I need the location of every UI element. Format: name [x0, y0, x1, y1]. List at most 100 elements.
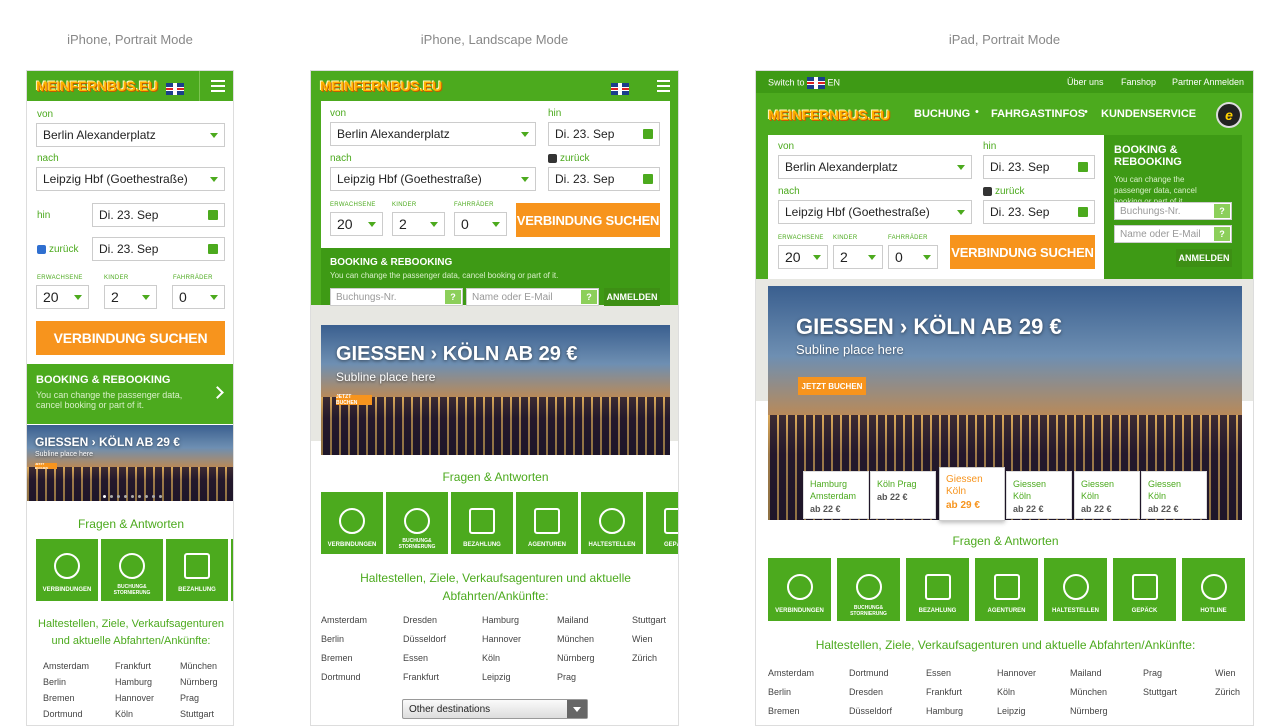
destination-link[interactable]: Hamburg: [482, 615, 519, 625]
logo[interactable]: MEINFERNBUS.EU: [320, 78, 442, 94]
price-card[interactable]: Hamburg Amsterdam ab 22 €: [803, 471, 869, 519]
trust-badge[interactable]: e: [1216, 102, 1242, 128]
tile-buchung[interactable]: BUCHUNG& STORNIERUNG: [386, 492, 448, 554]
tile-gepaeck-partial[interactable]: GEPÄ: [646, 492, 678, 554]
return-checkbox[interactable]: zurück: [983, 186, 1024, 197]
tile-agenturen[interactable]: AGENTUREN: [516, 492, 578, 554]
destination-link[interactable]: Hannover: [482, 634, 521, 644]
booking-panel[interactable]: BOOKING & REBOOKING You can change the p…: [27, 364, 233, 424]
language-switch[interactable]: Switch to EN: [768, 77, 840, 89]
destination-link[interactable]: Nürnberg: [180, 677, 218, 687]
other-destinations-select[interactable]: Other destinations: [402, 699, 588, 719]
language-switch[interactable]: [166, 80, 184, 98]
destination-link[interactable]: Köln: [482, 653, 500, 663]
hero-cta[interactable]: JETZT BUCHEN: [35, 462, 57, 470]
adults-select[interactable]: 20: [36, 285, 89, 309]
menu-icon[interactable]: [657, 80, 670, 92]
link-ueber-uns[interactable]: Über uns: [1067, 77, 1104, 87]
nav-buchung[interactable]: BUCHUNG: [914, 108, 970, 120]
booking-number-input[interactable]: Buchungs-Nr.?: [330, 288, 463, 306]
booking-name-input[interactable]: Name oder E-Mail?: [1114, 225, 1232, 243]
from-select[interactable]: Berlin Alexanderplatz: [330, 122, 536, 146]
return-date[interactable]: Di. 23. Sep: [92, 237, 225, 261]
language-switch[interactable]: [611, 80, 629, 98]
return-checkbox[interactable]: zurück: [37, 244, 78, 255]
destination-link[interactable]: Dortmund: [849, 668, 889, 678]
tile-gepaeck[interactable]: GEPÄCK: [1113, 558, 1176, 621]
outbound-date[interactable]: Di. 23. Sep: [983, 155, 1095, 179]
destination-link[interactable]: Amsterdam: [768, 668, 814, 678]
to-select[interactable]: Leipzig Hbf (Goethestraße): [778, 200, 972, 224]
carousel-dots[interactable]: [103, 495, 162, 498]
help-icon[interactable]: ?: [445, 290, 461, 304]
tile-bezahlung[interactable]: BEZAHLUNG: [166, 539, 228, 601]
logo[interactable]: MEINFERNBUS.EU: [768, 107, 890, 123]
price-card[interactable]: Giessen Köln ab 22 €: [1006, 471, 1072, 519]
help-icon[interactable]: ?: [1214, 204, 1230, 218]
link-partner-login[interactable]: Partner Anmelden: [1172, 77, 1244, 87]
destination-link[interactable]: Düsseldorf: [403, 634, 446, 644]
logo[interactable]: MEINFERNBUS.EU: [36, 78, 158, 94]
destination-link[interactable]: Zürich: [632, 653, 657, 663]
hero-cta[interactable]: JETZT BUCHEN: [798, 377, 866, 395]
tile-agenturen-partial[interactable]: [231, 539, 233, 601]
to-select[interactable]: Leipzig Hbf (Goethestraße): [36, 167, 225, 191]
destination-link[interactable]: München: [557, 634, 594, 644]
destination-link[interactable]: Nürnberg: [1070, 706, 1108, 716]
bikes-select[interactable]: 0: [172, 285, 225, 309]
return-date[interactable]: Di. 23. Sep: [548, 167, 660, 191]
kids-select[interactable]: 2: [392, 212, 445, 236]
destination-link[interactable]: Dortmund: [321, 672, 361, 682]
destination-link[interactable]: Hamburg: [115, 677, 152, 687]
destination-link[interactable]: Amsterdam: [43, 661, 89, 671]
return-date[interactable]: Di. 23. Sep: [983, 200, 1095, 224]
destination-link[interactable]: Köln: [997, 687, 1015, 697]
destination-link[interactable]: München: [1070, 687, 1107, 697]
login-button[interactable]: ANMELDEN: [604, 288, 660, 306]
tile-buchung[interactable]: BUCHUNG& STORNIERUNG: [101, 539, 163, 601]
destination-link[interactable]: Berlin: [43, 677, 66, 687]
help-icon[interactable]: ?: [1214, 227, 1230, 241]
destination-link[interactable]: Essen: [926, 668, 951, 678]
hero-banner[interactable]: GIESSEN › KÖLN AB 29 € Subline place her…: [321, 325, 670, 455]
destination-link[interactable]: Frankfurt: [403, 672, 439, 682]
destination-link[interactable]: Leipzig: [997, 706, 1026, 716]
destination-link[interactable]: Frankfurt: [926, 687, 962, 697]
search-button[interactable]: VERBINDUNG SUCHEN: [36, 321, 225, 355]
destination-link[interactable]: Bremen: [768, 706, 800, 716]
price-card[interactable]: Giessen Köln ab 29 €: [939, 467, 1005, 521]
tile-haltestellen[interactable]: HALTESTELLEN: [1044, 558, 1107, 621]
destination-link[interactable]: Düsseldorf: [849, 706, 892, 716]
tile-verbindungen[interactable]: VERBINDUNGEN: [768, 558, 831, 621]
destination-link[interactable]: Köln: [115, 709, 133, 719]
bikes-select[interactable]: 0: [454, 212, 507, 236]
search-button[interactable]: VERBINDUNG SUCHEN: [950, 235, 1095, 269]
destination-link[interactable]: Hamburg: [926, 706, 963, 716]
tile-buchung[interactable]: BUCHUNG& STORNIERUNG: [837, 558, 900, 621]
search-button[interactable]: VERBINDUNG SUCHEN: [516, 203, 660, 237]
from-select[interactable]: Berlin Alexanderplatz: [778, 155, 972, 179]
destination-link[interactable]: Bremen: [43, 693, 75, 703]
adults-select[interactable]: 20: [330, 212, 383, 236]
destination-link[interactable]: Stuttgart: [1143, 687, 1177, 697]
destination-link[interactable]: Essen: [403, 653, 428, 663]
destination-link[interactable]: Prag: [180, 693, 199, 703]
destination-link[interactable]: Hannover: [997, 668, 1036, 678]
destination-link[interactable]: Mailand: [557, 615, 589, 625]
destination-link[interactable]: Dresden: [849, 687, 883, 697]
destination-link[interactable]: München: [180, 661, 217, 671]
nav-kundenservice[interactable]: KUNDENSERVICE: [1101, 108, 1196, 120]
destination-link[interactable]: Mailand: [1070, 668, 1102, 678]
destination-link[interactable]: Wien: [1215, 668, 1236, 678]
return-checkbox[interactable]: zurück: [548, 153, 589, 164]
tile-bezahlung[interactable]: BEZAHLUNG: [451, 492, 513, 554]
destination-link[interactable]: Prag: [557, 672, 576, 682]
adults-select[interactable]: 20: [778, 245, 828, 269]
destination-link[interactable]: Amsterdam: [321, 615, 367, 625]
destination-link[interactable]: Frankfurt: [115, 661, 151, 671]
hero-banner[interactable]: GIESSEN › KÖLN AB 29 € Subline place her…: [27, 425, 233, 501]
tile-bezahlung[interactable]: BEZAHLUNG: [906, 558, 969, 621]
destination-link[interactable]: Berlin: [321, 634, 344, 644]
destination-link[interactable]: Stuttgart: [632, 615, 666, 625]
tile-verbindungen[interactable]: VERBINDUNGEN: [321, 492, 383, 554]
